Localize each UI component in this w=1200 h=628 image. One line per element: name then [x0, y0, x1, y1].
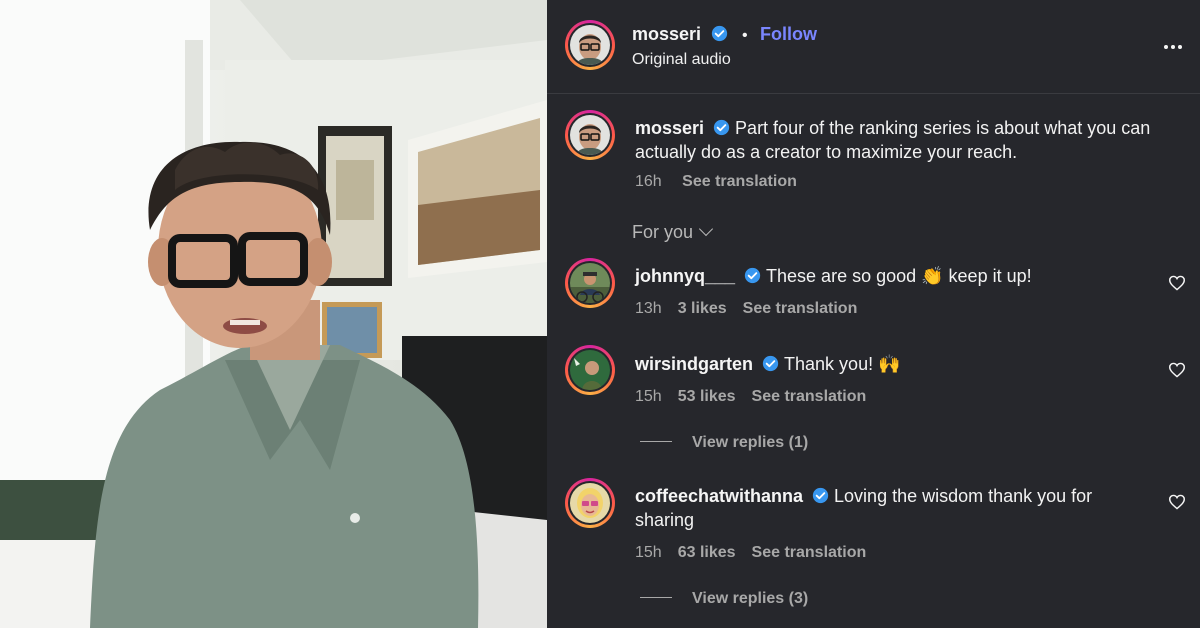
verified-badge-icon	[762, 355, 779, 372]
replies-divider-line	[640, 441, 672, 442]
caption-text: mosseri Part four of the ranking series i…	[635, 116, 1165, 164]
comment-author-username[interactable]: wirsindgarten	[635, 354, 753, 374]
comment-likes[interactable]: 3 likes	[678, 300, 727, 317]
comment-sort-label: For you	[632, 222, 694, 242]
comment-author-username[interactable]: johnnyq___	[635, 266, 735, 286]
view-replies-button[interactable]: View replies (1)	[640, 434, 808, 452]
caption-see-translation[interactable]: See translation	[682, 173, 797, 190]
comment-avatar[interactable]	[565, 345, 615, 395]
replies-divider-line	[640, 597, 672, 598]
comment-avatar-image	[570, 350, 610, 390]
caption-timestamp[interactable]: 16h	[635, 173, 662, 190]
comment-avatar[interactable]	[565, 258, 615, 308]
comment-avatar[interactable]	[565, 478, 615, 528]
comment-meta: 15h 63 likes See translation	[635, 544, 866, 562]
comment-see-translation[interactable]: See translation	[752, 388, 867, 405]
comment-body: Thank you! 🙌	[784, 354, 901, 374]
comment-see-translation[interactable]: See translation	[752, 544, 867, 561]
caption-author-username[interactable]: mosseri	[635, 118, 704, 138]
reel-video[interactable]	[0, 0, 547, 628]
video-frame-illustration	[0, 0, 547, 628]
verified-badge-icon	[744, 267, 761, 284]
follow-button[interactable]: Follow	[760, 24, 817, 44]
view-replies-label: View replies (1)	[692, 434, 809, 451]
view-replies-button[interactable]: View replies (3)	[640, 590, 808, 608]
comment-avatar-image	[570, 263, 610, 303]
comment-author-username[interactable]: coffeechatwithanna	[635, 486, 803, 506]
comment-avatar-image	[570, 483, 610, 523]
post-author-username[interactable]: mosseri	[632, 24, 701, 44]
comment-text: coffeechatwithanna Loving the wisdom than…	[635, 484, 1135, 532]
comment-likes[interactable]: 53 likes	[678, 388, 736, 405]
comment-timestamp[interactable]: 15h	[635, 544, 662, 561]
verified-badge-icon	[711, 25, 727, 42]
comment-see-translation[interactable]: See translation	[743, 300, 858, 317]
view-replies-label: View replies (3)	[692, 590, 809, 607]
heart-icon[interactable]	[1168, 275, 1186, 291]
author-avatar-image	[570, 25, 610, 65]
post-header-line: mosseri • Follow	[632, 24, 817, 45]
comment-meta: 13h 3 likes See translation	[635, 300, 857, 318]
comment-body: These are so good 👏 keep it up!	[766, 266, 1032, 286]
heart-icon[interactable]	[1168, 362, 1186, 378]
comment-sort-dropdown[interactable]: For you	[632, 221, 714, 243]
verified-badge-icon	[812, 487, 829, 504]
chevron-down-icon	[698, 221, 714, 237]
comment-meta: 15h 53 likes See translation	[635, 388, 866, 406]
more-options-icon[interactable]	[1164, 36, 1188, 56]
comment-timestamp[interactable]: 15h	[635, 388, 662, 405]
verified-badge-icon	[713, 119, 730, 136]
caption-author-avatar-image	[570, 115, 610, 155]
post-header: mosseri • Follow Original audio	[547, 0, 1200, 94]
reel-details-panel: mosseri • Follow Original audio mosseri P…	[547, 0, 1200, 628]
caption-author-avatar[interactable]	[565, 110, 615, 160]
comment-text: wirsindgarten Thank you! 🙌	[635, 352, 1155, 376]
comment-timestamp[interactable]: 13h	[635, 300, 662, 317]
heart-icon[interactable]	[1168, 494, 1186, 510]
separator-dot: •	[741, 27, 748, 44]
author-avatar[interactable]	[565, 20, 615, 70]
comment-likes[interactable]: 63 likes	[678, 544, 736, 561]
caption-meta: 16h See translation	[635, 173, 797, 191]
audio-label[interactable]: Original audio	[632, 51, 731, 69]
comment-text: johnnyq___ These are so good 👏 keep it up…	[635, 264, 1155, 288]
